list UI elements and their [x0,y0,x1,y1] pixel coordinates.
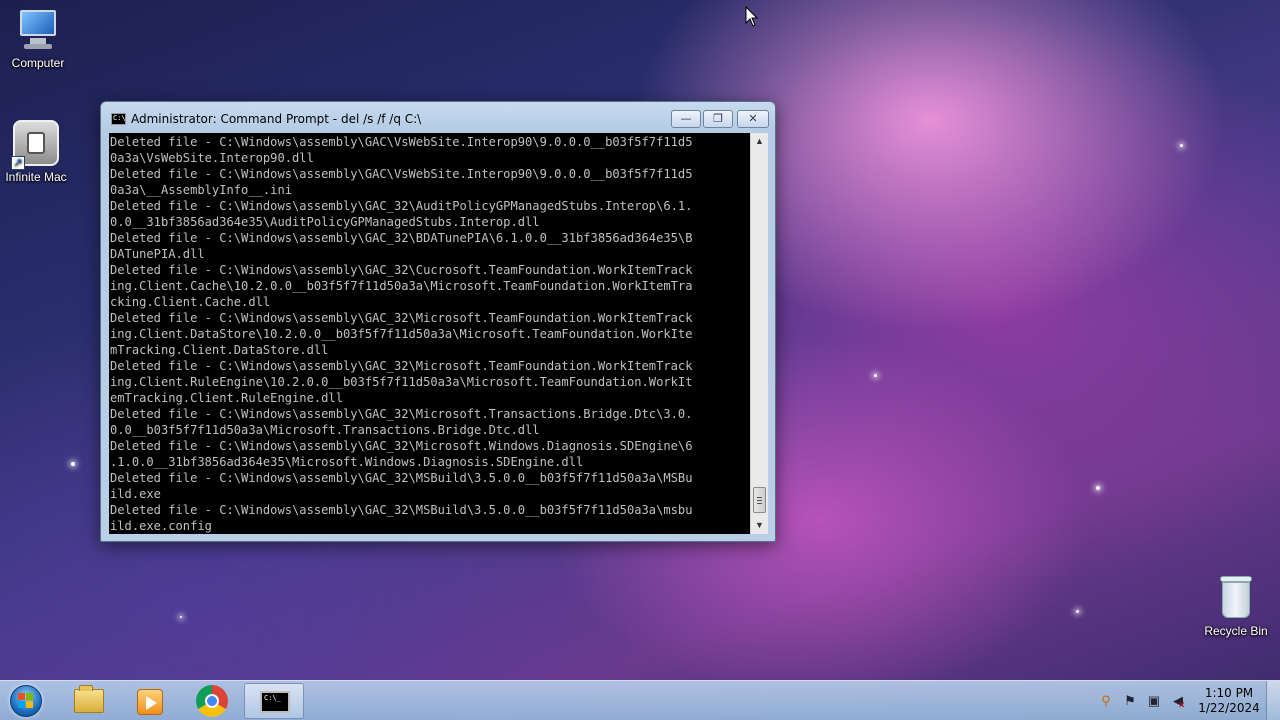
system-clock[interactable]: 1:10 PM 1/22/2024 [1196,686,1262,716]
star [874,374,877,377]
desktop-icon-label: Recycle Bin [1204,624,1268,638]
console-line: Deleted file - C:\Windows\assembly\GAC\V… [110,135,693,149]
folder-icon [74,685,104,713]
clock-date: 1/22/2024 [1198,701,1260,715]
taskbar: C:\_ ⚲ ⚑ ▣ ◀ ✕ 1:10 PM 1/22/2024 [0,680,1280,720]
console-line: ing.Client.DataStore\10.2.0.0__b03f5f7f1… [110,327,693,341]
console-line: ing.Client.RuleEngine\10.2.0.0__b03f5f7f… [110,375,693,389]
cmd-icon: C:\_ [260,691,290,713]
maximize-button[interactable]: ❐ [703,110,733,128]
minimize-button[interactable]: — [671,110,701,128]
chrome-icon [196,685,228,717]
close-icon: ✕ [748,112,758,125]
taskbar-explorer[interactable] [58,683,118,719]
console-line: 0a3a\__AssemblyInfo__.ini [110,183,293,197]
minimize-icon: — [680,112,692,125]
console-line: ing.Client.Cache\10.2.0.0__b03f5f7f11d50… [110,279,693,293]
windows-logo-icon [18,693,34,709]
desktop-icon-computer[interactable]: Computer [0,8,76,70]
desktop-icon-label: Computer [11,56,65,70]
console-line: ild.exe.config [110,519,212,533]
console-line: Deleted file - C:\Windows\assembly\GAC_3… [110,407,693,421]
console-line: ild.exe [110,487,161,501]
console-line: Deleted file - C:\Windows\assembly\GAC_3… [110,311,693,325]
mouse-cursor-icon [745,6,759,27]
recycle-bin-icon [1218,574,1254,620]
console-line: Deleted file - C:\Windows\assembly\GAC_3… [110,471,693,485]
console-line: Deleted file - C:\Windows\assembly\GAC_3… [110,263,693,277]
console-line: emTracking.Client.RuleEngine.dll [110,391,343,405]
taskbar-media-player[interactable] [120,683,180,719]
console-line: Deleted file - C:\Windows\assembly\GAC_3… [110,199,693,213]
console-line: cking.Client.Cache.dll [110,295,271,309]
network-icon[interactable]: ▣ [1146,693,1162,709]
console-line: 0.0__b03f5f7f11d50a3a\Microsoft.Transact… [110,423,540,437]
window-title: Administrator: Command Prompt - del /s /… [131,112,422,126]
taskbar-chrome[interactable] [182,683,242,719]
close-button[interactable]: ✕ [737,110,769,128]
desktop-icon-recycle-bin[interactable]: Recycle Bin [1198,574,1274,638]
infinite-mac-icon: ↗ [11,120,59,170]
star [1076,610,1079,613]
shortcut-arrow-icon: ↗ [11,156,25,170]
console-line: Deleted file - C:\Windows\assembly\GAC_3… [110,439,693,453]
flag-icon[interactable]: ⚑ [1122,693,1138,709]
star [71,462,75,466]
volume-muted-icon[interactable]: ◀ ✕ [1170,693,1186,710]
star [1096,486,1100,490]
scrollbar-thumb[interactable] [753,487,766,513]
desktop-icon-label: Infinite Mac [5,170,67,184]
console-line: 0.0__31bf3856ad364e35\AuditPolicyGPManag… [110,215,540,229]
desktop-icon-infinite-mac[interactable]: ↗ Infinite Mac [0,120,74,184]
console-line: DATunePIA.dll [110,247,205,261]
maximize-icon: ❐ [713,112,723,125]
computer-icon [16,8,60,52]
scroll-down-icon[interactable]: ▼ [751,517,768,534]
console-line: Deleted file - C:\Windows\assembly\GAC_3… [110,231,693,245]
title-bar[interactable]: C:\ Administrator: Command Prompt - del … [101,102,775,134]
search-icon[interactable]: ⚲ [1098,693,1114,709]
show-desktop-button[interactable] [1266,681,1280,720]
media-player-icon [137,689,163,715]
start-button[interactable] [4,683,48,719]
console-line: 0a3a\VsWebSite.Interop90.dll [110,151,314,165]
taskbar-command-prompt[interactable]: C:\_ [244,683,304,719]
star [180,616,182,618]
cmd-icon: C:\ [111,113,126,125]
console-line: .1.0.0__31bf3856ad364e35\Microsoft.Windo… [110,455,584,469]
console-line: mTracking.Client.DataStore.dll [110,343,329,357]
vertical-scrollbar[interactable]: ▲ ▼ [750,133,768,534]
console-line: Deleted file - C:\Windows\assembly\GAC\V… [110,167,693,181]
console-line: Deleted file - C:\Windows\assembly\GAC_3… [110,503,693,517]
star [1180,144,1183,147]
console-output[interactable]: Deleted file - C:\Windows\assembly\GAC\V… [109,133,750,534]
command-prompt-window[interactable]: C:\ Administrator: Command Prompt - del … [100,101,776,542]
scroll-up-icon[interactable]: ▲ [751,133,768,150]
console-line: Deleted file - C:\Windows\assembly\GAC_3… [110,359,693,373]
clock-time: 1:10 PM [1204,686,1254,700]
